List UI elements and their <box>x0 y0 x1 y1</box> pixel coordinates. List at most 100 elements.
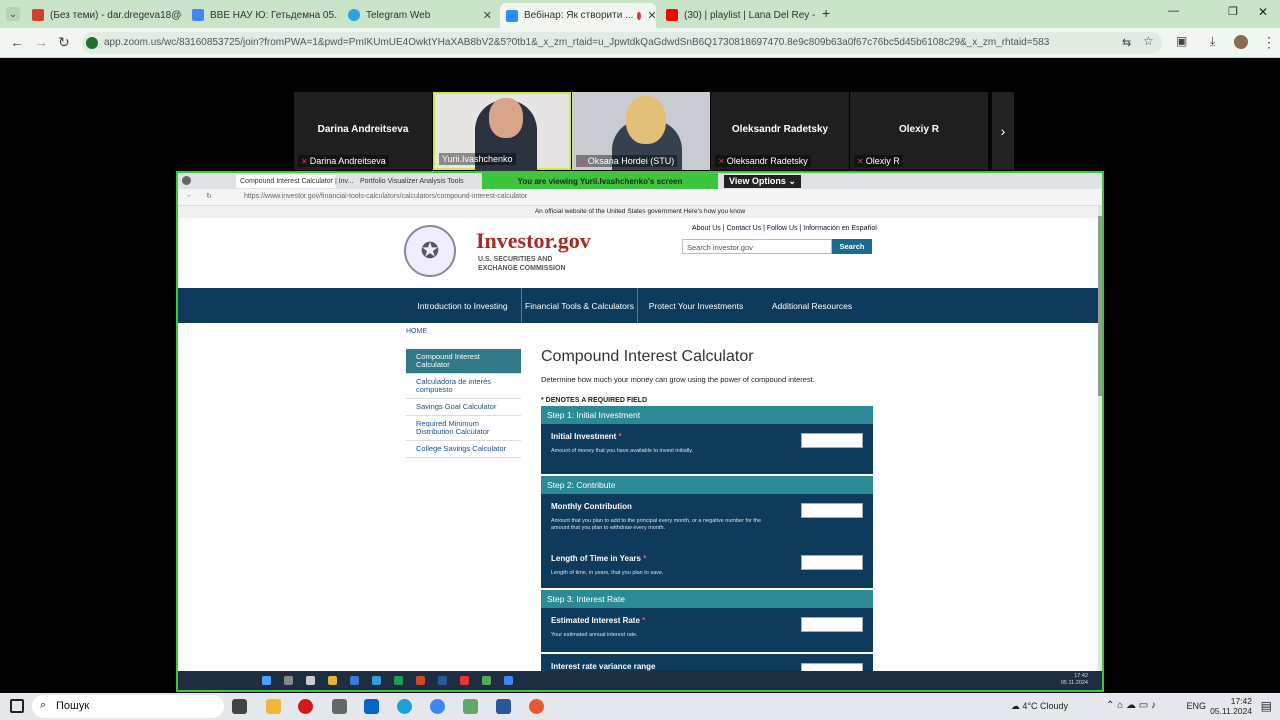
close-icon[interactable]: ✕ <box>477 9 492 22</box>
next-page-chevron-icon[interactable]: › <box>992 92 1014 170</box>
new-tab-button[interactable]: + <box>822 5 830 21</box>
mic-muted-icon: ✕ <box>579 157 586 166</box>
taskview-icon[interactable] <box>232 699 247 714</box>
windows-start-icon[interactable] <box>10 699 24 713</box>
breadcrumb: HOME <box>406 328 427 335</box>
sidebar: Compound Interest Calculator Calculadora… <box>406 349 521 458</box>
viewing-banner: You are viewing Yurii.Ivashchenko's scre… <box>482 173 718 189</box>
nav-item: Financial Tools & Calculators <box>522 288 638 323</box>
close-icon[interactable]: ✕ <box>641 9 656 22</box>
app-icon <box>460 676 469 685</box>
chrome-app-icon[interactable] <box>529 699 544 714</box>
participant-strip: Darina Andreitseva ✕ Darina Andreitseva Y… <box>294 92 1014 172</box>
chrome-profile-icon[interactable] <box>463 699 478 714</box>
chrome-icon <box>504 676 513 685</box>
view-options-button[interactable]: View Options ⌄ <box>724 175 801 188</box>
edge-icon[interactable] <box>397 699 412 714</box>
scrollbar <box>1098 206 1102 686</box>
browser-tab[interactable]: (Без теми) - dar.dregeva18@g...✕ <box>26 4 182 26</box>
main-nav: Introduction to Investing Financial Tool… <box>178 288 1102 323</box>
file-explorer-icon[interactable] <box>266 699 281 714</box>
length-of-time-input <box>801 555 863 570</box>
mic-muted-icon: ✕ <box>301 157 308 166</box>
initial-investment-input <box>801 433 863 448</box>
browser-tab[interactable]: (30) | playlist | Lana Del Rey - ...✕ <box>660 4 816 26</box>
video-face <box>489 98 523 138</box>
gov-banner: An official website of the United States… <box>178 206 1102 218</box>
taskbar-search-input[interactable]: ⌕ Пошук <box>32 695 224 718</box>
app-icon <box>482 676 491 685</box>
participant-tile-video[interactable]: ✕ Oksana Hordei (STU) <box>572 92 710 170</box>
interest-rate-input <box>801 617 863 632</box>
url-field[interactable]: app.zoom.us/wc/83160853725/join?fromPWA=… <box>82 32 1162 54</box>
excel-icon <box>394 676 403 685</box>
word-icon <box>438 676 447 685</box>
participant-tile[interactable]: Oleksandr Radetsky ✕ Oleksandr Radetsky <box>711 92 849 170</box>
inner-tab: Portfolio Visualizer Analysis Tools <box>360 178 464 185</box>
taskbar: ⌕ Пошук ☁ 4°C Cloudy ⌃ ⌂ ☁ ▭ ♪ ENG 17:42 0… <box>0 693 1280 720</box>
top-links: About Us | Contact Us | Follow Us | Info… <box>692 225 877 232</box>
chrome-icon[interactable] <box>430 699 445 714</box>
address-bar: ← → ↻ app.zoom.us/wc/83160853725/join?fr… <box>0 28 1280 58</box>
cloud-icon: ☁ <box>1010 701 1020 711</box>
shared-screen: Compound Interest Calculator | Inv... Po… <box>176 171 1104 692</box>
avatar[interactable] <box>1234 35 1248 49</box>
browser-tab[interactable]: ВВЕ НАУ Ю: Гетьдемна 05.11.20...✕ <box>186 4 338 26</box>
search-input: Search investor.gov <box>682 239 832 254</box>
site-header: ✪ Investor.gov U.S. SECURITIES AND EXCHA… <box>178 218 1102 288</box>
telegram-icon <box>372 676 381 685</box>
nav-item: Introduction to Investing <box>404 288 522 323</box>
weather-widget[interactable]: ☁ 4°C Cloudy <box>1011 701 1068 712</box>
page-title: Compound Interest Calculator <box>541 348 754 365</box>
sidebar-item: Required Minimum Distribution Calculator <box>406 416 521 441</box>
extensions-icon[interactable]: ▣ <box>1176 34 1187 48</box>
youtube-icon <box>666 9 678 21</box>
mic-muted-icon: ✕ <box>718 157 725 166</box>
bookmark-star-icon[interactable]: ☆ <box>1143 34 1154 48</box>
language-indicator[interactable]: ENG <box>1186 701 1206 711</box>
menu-icon[interactable]: ⋮ <box>1262 34 1276 51</box>
store-icon[interactable] <box>332 699 347 714</box>
translate-icon[interactable]: ⇆ <box>1122 36 1131 49</box>
tab-search-button[interactable]: ⌄ <box>6 7 20 21</box>
inner-address-bar: ← ↻ https://www.investor.gov/financial-t… <box>178 189 1102 206</box>
search-button: Search <box>832 239 872 254</box>
site-info-icon[interactable] <box>86 37 98 49</box>
edge-icon <box>350 676 359 685</box>
profile-icon <box>182 176 191 185</box>
video-face <box>626 96 666 144</box>
folder-icon <box>328 676 337 685</box>
notification-icon[interactable]: ▤ <box>1261 699 1272 713</box>
docs-icon <box>192 9 204 21</box>
powerpoint-icon <box>416 676 425 685</box>
sidebar-item: College Savings Calculator <box>406 441 521 458</box>
site-logo: Investor.gov <box>476 228 591 253</box>
clock[interactable]: 17:42 05.11.2024 <box>1210 696 1252 716</box>
participant-tile-video[interactable]: Yurii.Ivashchenko <box>433 92 571 172</box>
participant-tile[interactable]: Darina Andreitseva ✕ Darina Andreitseva <box>294 92 432 170</box>
opera-icon[interactable] <box>298 699 313 714</box>
download-icon[interactable]: ⤓ <box>1210 34 1215 49</box>
mail-icon[interactable] <box>364 699 379 714</box>
restore-button[interactable]: ❐ <box>1228 5 1238 18</box>
forward-icon[interactable]: → <box>34 34 48 50</box>
step-header: Step 2: Contribute <box>541 476 873 494</box>
search-icon: ⌕ <box>40 699 47 711</box>
browser-tab-active[interactable]: Вебінар: Як створити ... ✕ <box>500 3 656 28</box>
sec-seal-logo: ✪ <box>404 225 456 277</box>
browser-tab[interactable]: Telegram Web ✕ <box>342 4 498 26</box>
interest-rate-field: Estimated Interest Rate * Your estimated… <box>541 608 873 652</box>
calculator-main: Compound Interest Calculator Determine h… <box>541 348 873 684</box>
close-window-button[interactable]: ✕ <box>1258 5 1268 19</box>
back-icon[interactable]: ← <box>10 34 24 50</box>
browser-tab-bar: ⌄ (Без теми) - dar.dregeva18@g...✕ ВВЕ Н… <box>0 0 1280 28</box>
nav-item: Additional Resources <box>771 300 853 311</box>
minimize-button[interactable]: — <box>1168 5 1179 17</box>
word-icon[interactable] <box>496 699 511 714</box>
reload-icon: ↻ <box>206 193 212 200</box>
reload-icon[interactable]: ↻ <box>58 34 70 51</box>
mic-muted-icon: ✕ <box>857 157 864 166</box>
participant-tile[interactable]: Olexiy R ✕ Olexiy R <box>850 92 988 170</box>
zoom-icon <box>506 9 518 22</box>
tray-icons[interactable]: ⌃ ⌂ ☁ ▭ ♪ <box>1106 700 1156 711</box>
